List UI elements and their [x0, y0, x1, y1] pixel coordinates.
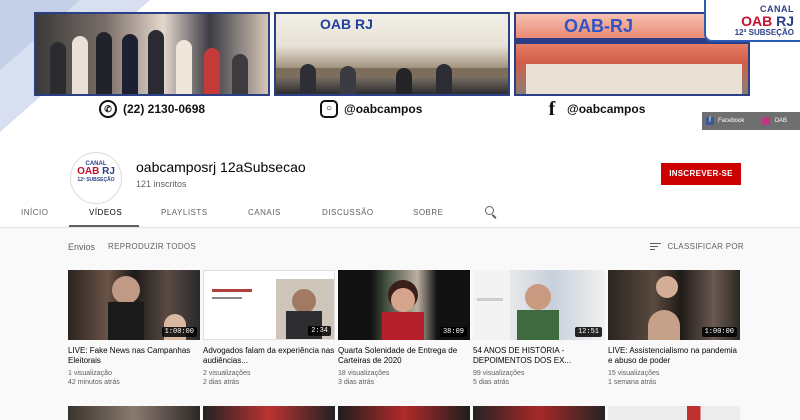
avatar-rj: RJ: [102, 166, 115, 177]
video-views: 1 visualização: [68, 370, 112, 377]
banner-social-links[interactable]: f Facebook OAB: [702, 112, 800, 130]
video-thumbnail-partial[interactable]: [608, 406, 740, 420]
videos-section: Envios REPRODUZIR TODOS CLASSIFICAR POR …: [0, 228, 800, 420]
video-views: 15 visualizações: [608, 370, 660, 377]
facebook-icon: f: [548, 98, 556, 120]
video-card[interactable]: 12:51 54 ANOS DE HISTÓRIA - DEPOIMENTOS …: [473, 270, 605, 387]
photo-sign-oab-rj: OAB-RJ: [564, 16, 634, 36]
video-thumbnail[interactable]: 38:09: [338, 270, 470, 340]
video-views: 18 visualizações: [338, 370, 390, 377]
channel-name: oabcamposrj 12aSubsecao: [136, 159, 306, 175]
tab-videos[interactable]: VÍDEOS: [89, 208, 122, 217]
avatar-oab: OAB: [77, 166, 100, 177]
video-thumbnail-partial[interactable]: [338, 406, 470, 420]
video-duration: 1:00:00: [161, 327, 197, 337]
sort-label[interactable]: CLASSIFICAR POR: [667, 242, 744, 251]
video-thumbnail[interactable]: 1:00:00: [68, 270, 200, 340]
banner-photo-meeting: OAB RJ: [274, 12, 510, 96]
tab-canais[interactable]: CANAIS: [248, 208, 281, 217]
video-age: 2 dias atrás: [203, 379, 240, 386]
video-age: 3 dias atrás: [338, 379, 375, 386]
video-views: 99 visualizações: [473, 370, 525, 377]
tab-playlists[interactable]: PLAYLISTS: [161, 208, 208, 217]
video-title[interactable]: 54 ANOS DE HISTÓRIA - DEPOIMENTOS DOS EX…: [473, 346, 605, 366]
tab-sobre[interactable]: SOBRE: [413, 208, 444, 217]
video-card[interactable]: 1:00:00 LIVE: Fake News nas Campanhas El…: [68, 270, 200, 387]
facebook-handle: @oabcampos: [567, 102, 646, 116]
video-age: 42 minutos atrás: [68, 379, 120, 386]
channel-tabs: INÍCIO VÍDEOS PLAYLISTS CANAIS DISCUSSÃO…: [0, 202, 800, 228]
sort-icon[interactable]: [650, 242, 662, 251]
play-all-button[interactable]: REPRODUZIR TODOS: [108, 242, 196, 251]
video-age: 5 dias atrás: [473, 379, 510, 386]
instagram-icon: ○: [320, 100, 338, 118]
video-duration: 38:09: [439, 327, 467, 337]
facebook-link-icon[interactable]: f: [706, 117, 714, 125]
canal-logo-sub: 12ª SUBSEÇÃO: [734, 28, 794, 37]
whatsapp-icon: ✆: [99, 100, 117, 118]
video-thumbnail-partial[interactable]: [68, 406, 200, 420]
canal-logo-rj: RJ: [776, 13, 794, 29]
avatar-oab-rj: OAB RJ: [71, 167, 121, 177]
instagram-link-icon[interactable]: [762, 117, 771, 125]
channel-header: CANAL OAB RJ 12ª SUBSEÇÃO oabcamposrj 12…: [0, 132, 800, 228]
section-title: Envios: [68, 242, 96, 252]
facebook-link-label[interactable]: Facebook: [718, 118, 744, 124]
photo-sign-oab: OAB RJ: [320, 16, 373, 32]
avatar-sub: 12ª SUBSEÇÃO: [77, 177, 115, 183]
video-thumbnail[interactable]: 2:34: [203, 270, 335, 340]
contact-facebook: f @oabcampos: [543, 98, 646, 120]
video-card[interactable]: 1:00:00 LIVE: Assistencialismo na pandem…: [608, 270, 740, 387]
video-title[interactable]: Advogados falam da experiência nas audiê…: [203, 346, 335, 366]
instagram-link-label[interactable]: OAB: [774, 118, 787, 124]
banner-photo-group: [34, 12, 270, 96]
contact-phone: ✆ (22) 2130-0698: [99, 100, 205, 118]
instagram-handle: @oabcampos: [344, 102, 423, 116]
channel-avatar[interactable]: CANAL OAB RJ 12ª SUBSEÇÃO: [70, 152, 122, 204]
video-thumbnail-partial[interactable]: [473, 406, 605, 420]
active-tab-indicator: [69, 225, 139, 227]
tab-inicio[interactable]: INÍCIO: [21, 208, 48, 217]
canal-logo: CANAL OAB RJ 12ª SUBSEÇÃO: [704, 0, 800, 42]
video-views: 2 visualizações: [203, 370, 251, 377]
video-duration: 2:34: [308, 326, 331, 336]
tab-discussao[interactable]: DISCUSSÃO: [322, 208, 374, 217]
video-duration: 12:51: [574, 327, 602, 337]
video-title[interactable]: Quarta Solenidade de Entrega de Carteira…: [338, 346, 470, 366]
canal-logo-oab: OAB: [741, 13, 773, 29]
section-header: Envios REPRODUZIR TODOS CLASSIFICAR POR: [68, 242, 744, 256]
subscriber-count: 121 inscritos: [136, 179, 187, 189]
video-age: 1 semana atrás: [608, 379, 657, 386]
video-card[interactable]: 2:34 Advogados falam da experiência nas …: [203, 270, 335, 387]
video-duration: 1:00:00: [701, 327, 737, 337]
youtube-channel-page: OAB RJ OAB-RJ ✆ (22) 2130-0698 ○ @oabcam…: [0, 0, 800, 420]
subscribe-button[interactable]: INSCREVER-SE: [661, 163, 741, 185]
video-title[interactable]: LIVE: Fake News nas Campanhas Eleitorais: [68, 346, 200, 366]
channel-banner: OAB RJ OAB-RJ ✆ (22) 2130-0698 ○ @oabcam…: [0, 0, 800, 132]
video-card[interactable]: 38:09 Quarta Solenidade de Entrega de Ca…: [338, 270, 470, 387]
sort-button[interactable]: CLASSIFICAR POR: [650, 242, 744, 251]
video-title[interactable]: LIVE: Assistencialismo na pandemia e abu…: [608, 346, 740, 366]
contact-instagram: ○ @oabcampos: [320, 100, 422, 118]
video-thumbnail-partial[interactable]: [203, 406, 335, 420]
canal-logo-mid: OAB RJ: [706, 14, 794, 28]
video-thumbnail[interactable]: 12:51: [473, 270, 605, 340]
video-thumbnail[interactable]: 1:00:00: [608, 270, 740, 340]
phone-number: (22) 2130-0698: [123, 102, 206, 116]
search-icon[interactable]: [485, 206, 497, 219]
